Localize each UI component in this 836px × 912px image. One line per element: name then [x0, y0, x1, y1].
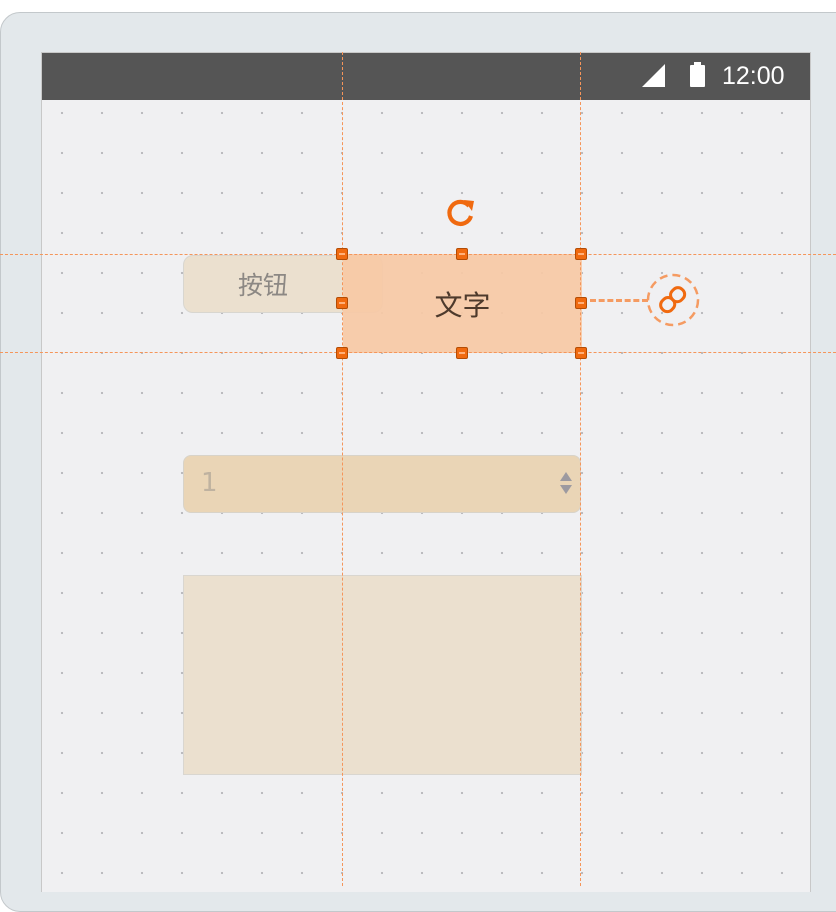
resize-handle-right[interactable]: [575, 297, 587, 309]
resize-handle-bottom[interactable]: [456, 347, 468, 359]
status-time: 12:00: [722, 62, 785, 90]
textarea-widget[interactable]: [183, 575, 582, 775]
status-bar: 12:00: [42, 53, 810, 100]
text-widget-label: 文字: [434, 288, 491, 322]
guide-line-left: [342, 52, 343, 886]
signal-icon: [642, 64, 665, 87]
resize-handle-left[interactable]: [336, 297, 348, 309]
resize-handle-bottom-right[interactable]: [575, 347, 587, 359]
text-widget-selected[interactable]: 文字: [343, 254, 582, 353]
link-icon[interactable]: [645, 272, 701, 328]
constraint-connector: [590, 299, 648, 302]
resize-handle-top-left[interactable]: [336, 248, 348, 260]
spinner-arrows-icon: [560, 472, 572, 498]
resize-handle-bottom-left[interactable]: [336, 347, 348, 359]
resize-handle-top[interactable]: [456, 248, 468, 260]
guide-line-bottom: [0, 352, 836, 353]
resize-handle-top-right[interactable]: [575, 248, 587, 260]
guide-line-top: [0, 254, 836, 255]
guide-line-right: [580, 52, 581, 886]
button-widget-label: 按钮: [237, 271, 288, 300]
battery-icon: [690, 62, 705, 87]
spinner-widget[interactable]: 1: [183, 455, 581, 513]
canvas-screen[interactable]: 12:00 按钮 文字 1: [41, 52, 811, 892]
rotate-icon[interactable]: [444, 195, 478, 229]
spinner-value: 1: [201, 468, 218, 498]
